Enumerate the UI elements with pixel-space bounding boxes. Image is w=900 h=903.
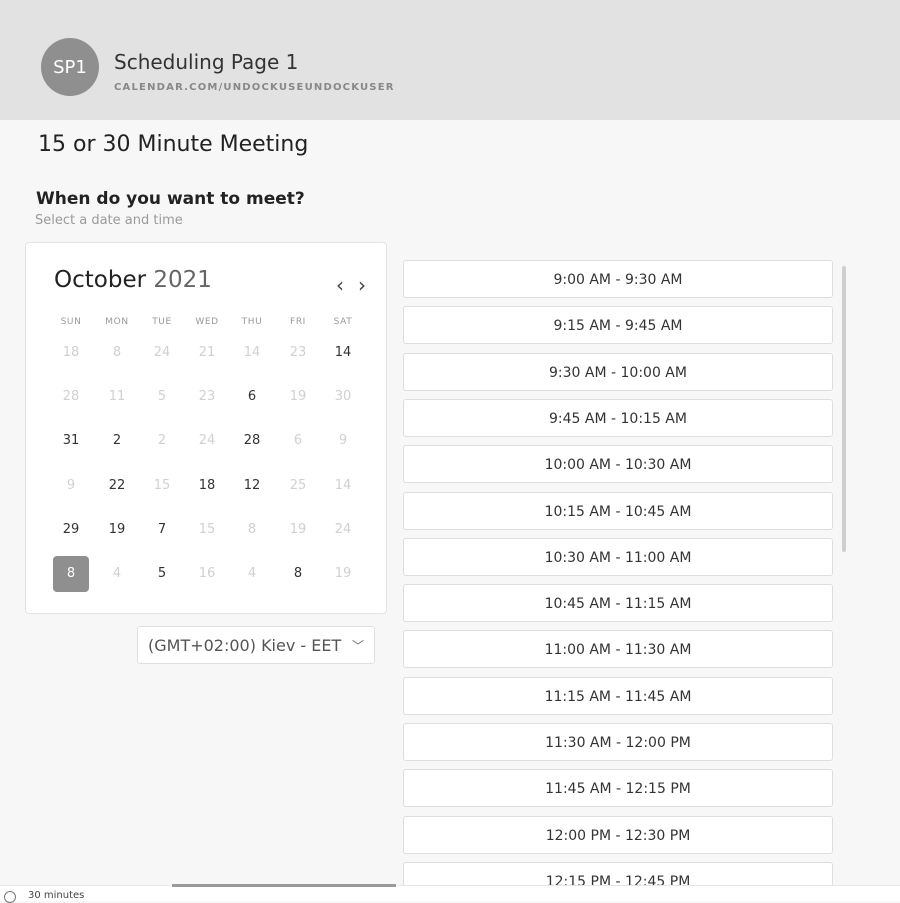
scheduling-page-name: Scheduling Page 1: [114, 50, 299, 74]
calendar-day: 15: [153, 478, 171, 493]
avatar: SP1: [41, 38, 99, 96]
time-slot-button[interactable]: 9:30 AM - 10:00 AM: [403, 352, 833, 391]
calendar-day: 25: [289, 478, 307, 493]
calendar-day: 21: [198, 345, 216, 360]
calendar-day: 24: [334, 522, 352, 537]
calendar-day: 4: [247, 566, 257, 581]
calendar-day: 2: [157, 433, 167, 448]
calendar-day: 8: [247, 522, 257, 537]
calendar-day: 28: [62, 389, 80, 404]
time-slot-list: 9:00 AM - 9:30 AM 9:15 AM - 9:45 AM 9:30 A…: [385, 250, 845, 900]
calendar-day: 24: [153, 345, 171, 360]
next-month-icon[interactable]: ›: [358, 275, 366, 295]
footer-progress-line: [172, 884, 396, 887]
page-header: SP1 Scheduling Page 1 CALENDAR.COM/UNDOC…: [0, 0, 900, 120]
calendar-day: 14: [334, 478, 352, 493]
calendar-day[interactable]: 5: [144, 556, 180, 592]
time-slot-button[interactable]: 10:45 AM - 11:15 AM: [403, 584, 833, 623]
prev-month-icon[interactable]: ‹: [336, 275, 344, 295]
calendar-day: 4: [112, 566, 122, 581]
calendar-day: 23: [289, 345, 307, 360]
time-slot-button[interactable]: 9:15 AM - 9:45 AM: [403, 306, 833, 345]
meeting-duration: 30 minutes: [28, 890, 85, 901]
calendar-day: 19: [289, 389, 307, 404]
calendar-day: 15: [198, 522, 216, 537]
date-picker-calendar: October 2021 ‹ › SUN MON TUE WED THU FRI SAT 18…: [25, 242, 387, 614]
time-slot-button[interactable]: 10:00 AM - 10:30 AM: [403, 445, 833, 484]
calendar-day[interactable]: 12: [234, 468, 270, 504]
timezone-value: (GMT+02:00) Kiev - EET: [148, 636, 342, 655]
time-slot-button[interactable]: 9:45 AM - 10:15 AM: [403, 398, 833, 437]
calendar-day[interactable]: 29: [53, 512, 89, 548]
calendar-day: 11: [108, 389, 126, 404]
calendar-day: 18: [62, 345, 80, 360]
weekday-label: SUN: [60, 317, 82, 327]
calendar-day: 8: [112, 345, 122, 360]
meeting-title: 15 or 30 Minute Meeting: [38, 132, 309, 157]
calendar-day: 30: [334, 389, 352, 404]
month-name: October: [54, 267, 147, 293]
calendar-day[interactable]: 6: [234, 379, 270, 415]
time-slot-button[interactable]: 11:00 AM - 11:30 AM: [403, 630, 833, 669]
calendar-day: 9: [338, 433, 348, 448]
calendar-day: 23: [198, 389, 216, 404]
weekday-label: TUE: [152, 317, 172, 327]
calendar-day: 19: [289, 522, 307, 537]
calendar-day: 9: [66, 478, 76, 493]
calendar-day: 19: [334, 566, 352, 581]
time-slot-button[interactable]: 11:45 AM - 12:15 PM: [403, 769, 833, 808]
calendar-day[interactable]: 7: [144, 512, 180, 548]
year-name: 2021: [153, 267, 212, 293]
calendar-day: 16: [198, 566, 216, 581]
calendar-day[interactable]: 14: [325, 335, 361, 371]
calendar-day[interactable]: 28: [234, 423, 270, 459]
weekday-label: MON: [105, 317, 129, 327]
calendar-day[interactable]: 22: [99, 468, 135, 504]
time-slot-button[interactable]: 9:00 AM - 9:30 AM: [403, 260, 833, 298]
calendar-day[interactable]: 18: [189, 468, 225, 504]
time-slot-button[interactable]: 12:00 PM - 12:30 PM: [403, 815, 833, 854]
weekday-label: WED: [195, 317, 219, 327]
weekday-label: SAT: [333, 317, 353, 327]
calendar-day: 5: [157, 389, 167, 404]
scheduling-page-url[interactable]: CALENDAR.COM/UNDOCKUSEUNDOCKUSER: [114, 82, 395, 93]
weekday-label: FRI: [290, 317, 306, 327]
calendar-day[interactable]: 31: [53, 423, 89, 459]
calendar-day[interactable]: 2: [99, 423, 135, 459]
time-slot-button[interactable]: 10:30 AM - 11:00 AM: [403, 537, 833, 576]
footer-bar: [0, 885, 900, 901]
calendar-day[interactable]: 8: [280, 556, 316, 592]
calendar-day: 24: [198, 433, 216, 448]
slot-list-scrollbar[interactable]: [842, 266, 846, 552]
meeting-subquestion: Select a date and time: [35, 213, 183, 228]
meeting-question: When do you want to meet?: [36, 189, 305, 209]
time-slot-button[interactable]: 11:15 AM - 11:45 AM: [403, 676, 833, 715]
calendar-day-selected[interactable]: 8: [53, 556, 89, 592]
chevron-down-icon: ﹀: [351, 639, 364, 653]
clock-icon: [4, 891, 16, 903]
timezone-select[interactable]: (GMT+02:00) Kiev - EET ﹀: [137, 626, 375, 664]
time-slot-button[interactable]: 11:30 AM - 12:00 PM: [403, 723, 833, 761]
calendar-day: 6: [293, 433, 303, 448]
calendar-month-label: October 2021: [54, 267, 212, 293]
weekday-label: THU: [241, 317, 263, 327]
calendar-day[interactable]: 19: [99, 512, 135, 548]
time-slot-button[interactable]: 10:15 AM - 10:45 AM: [403, 491, 833, 530]
calendar-day: 14: [243, 345, 261, 360]
